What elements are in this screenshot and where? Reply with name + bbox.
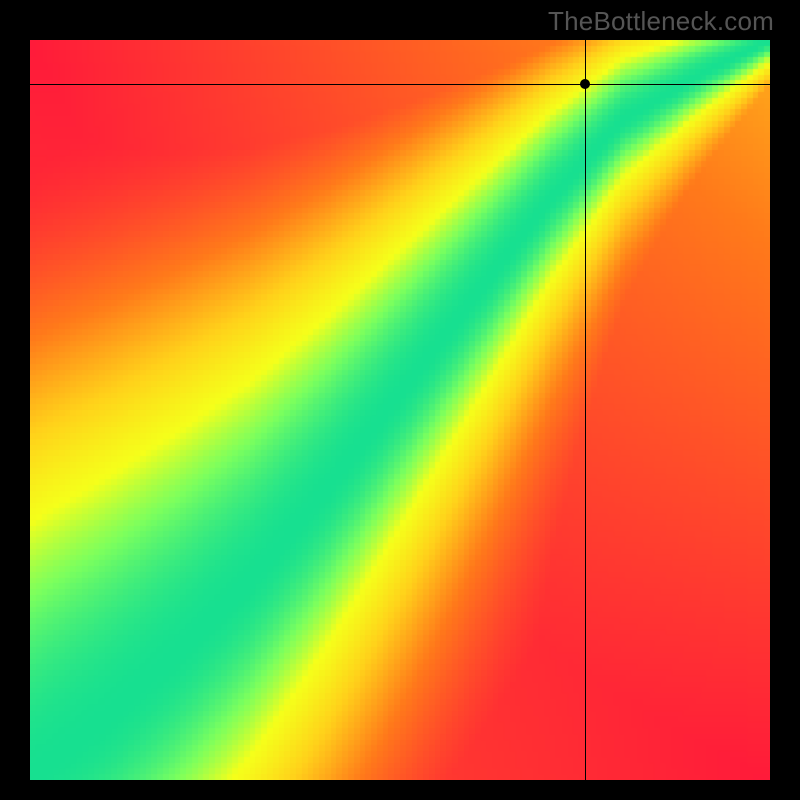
heatmap-plot bbox=[28, 38, 772, 782]
watermark-text: TheBottleneck.com bbox=[548, 6, 774, 37]
crosshair-vertical-line bbox=[585, 40, 586, 780]
crosshair-point[interactable] bbox=[580, 79, 590, 89]
heatmap-canvas bbox=[30, 40, 770, 780]
crosshair-horizontal-line bbox=[30, 84, 770, 85]
page-root: TheBottleneck.com bbox=[0, 0, 800, 800]
